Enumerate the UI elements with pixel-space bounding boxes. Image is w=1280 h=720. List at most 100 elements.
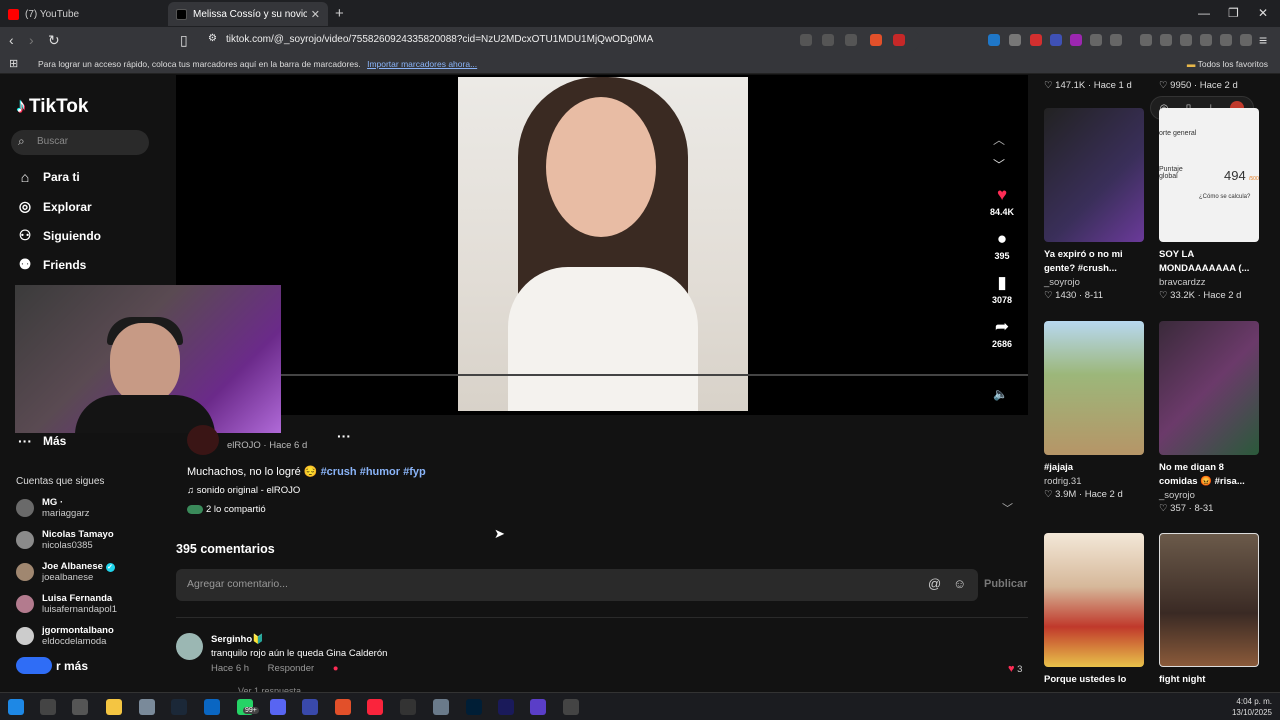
next-video-icon[interactable]: ﹀ [993,156,1005,173]
download-icon[interactable] [1140,34,1152,46]
cast-icon[interactable] [822,34,834,46]
comment-like-button[interactable]: ♥ 3 [1008,663,1022,675]
recommended-video[interactable]: fight night [1159,533,1259,687]
wallet-icon[interactable] [1200,34,1212,46]
shared-label: 2 lo compartió [206,504,266,515]
comment-user[interactable]: Serginho🔰 [211,634,264,645]
recommended-video[interactable]: Ya expiró o no mi gente? #crush... _soyr… [1044,108,1144,301]
new-tab-button[interactable]: + [335,5,344,22]
like-button[interactable]: ♥ 84.4K [985,185,1019,217]
hashtag-link[interactable]: #crush [321,466,357,478]
volume-icon[interactable]: 🔈 [993,387,1008,401]
hashtag-link[interactable]: #fyp [403,466,426,478]
app-icon[interactable] [530,699,546,715]
shared-indicator[interactable]: 2 lo compartió [187,504,266,515]
previous-video-icon[interactable]: ︿ [993,131,1005,148]
brave-rewards-icon[interactable] [893,34,905,46]
save-button[interactable]: ▮ 3078 [985,273,1019,305]
followed-account[interactable]: Nicolas Tamayo nicolas0385 [16,529,114,551]
followed-account[interactable]: MG · mariaggarz [16,497,90,519]
nav-mas[interactable]: ··· Más [16,433,66,449]
system-tray[interactable]: 4:04 p. m. 13/10/2025 [1232,696,1272,718]
nav-siguiendo[interactable]: ⚇ Siguiendo [16,227,101,244]
app-icon[interactable] [204,699,220,715]
restore-icon[interactable]: ❐ [1228,6,1239,20]
forward-icon[interactable]: › [29,32,34,48]
youtube-icon [8,8,19,20]
sidebar-icon[interactable] [1180,34,1192,46]
minimize-icon[interactable]: — [1198,6,1210,20]
recommended-video[interactable]: No me digan 8 comidas 😡 #risa... _soyroj… [1159,321,1259,514]
publish-button[interactable]: Publicar [984,578,1027,590]
commenter-avatar[interactable] [176,633,203,660]
import-bookmarks-link[interactable]: Importar marcadores ahora... [367,59,477,69]
steam-icon[interactable] [171,699,187,715]
reply-button[interactable]: Responder [268,663,314,674]
emoji-icon[interactable]: ☺ [953,576,966,591]
translate-icon[interactable] [845,34,857,46]
comment-input[interactable]: Agregar comentario... @ ☺ [176,569,978,601]
back-icon[interactable]: ‹ [9,32,14,48]
apps-grid-icon[interactable]: ⊞ [9,57,18,70]
author-avatar[interactable] [187,425,219,455]
photoshop-icon[interactable] [466,699,482,715]
all-favorites-folder[interactable]: ▬ Todos los favoritos [1187,59,1268,69]
app-icon[interactable] [302,699,318,715]
nav-explorar[interactable]: ◎ Explorar [16,198,92,215]
discord-icon[interactable] [270,699,286,715]
leo-icon[interactable] [1220,34,1232,46]
hashtag-link[interactable]: #humor [360,466,400,478]
music-icon[interactable] [367,699,383,715]
chatgpt-icon[interactable] [563,699,579,715]
music-icon[interactable] [1160,34,1172,46]
screenshot-icon[interactable] [1110,34,1122,46]
close-window-icon[interactable]: ✕ [1258,6,1268,20]
mention-icon[interactable]: @ [928,576,941,591]
tab-youtube[interactable]: (7) YouTube [0,2,168,26]
extension-icon[interactable] [1030,34,1042,46]
extension-icon[interactable] [1070,34,1082,46]
obs-icon[interactable] [400,699,416,715]
tiktok-logo[interactable]: ♪ TikTok [16,95,88,118]
recommended-video[interactable]: orte general Puntaje global 494 /500 ¿Có… [1159,108,1259,301]
menu-icon[interactable]: ≡ [1259,32,1267,48]
search-icon[interactable] [40,699,56,715]
extension-icon[interactable] [988,34,1000,46]
app-icon[interactable] [433,699,449,715]
see-more-button[interactable]: r más [16,657,88,674]
recommended-video[interactable]: #jajaja rodrig.31 ♡ 3.9M · Hace 2 d [1044,321,1144,500]
extension-icon[interactable] [1009,34,1021,46]
url-field[interactable]: ⚙ tiktok.com/@_soyrojo/video/75582609243… [200,30,920,51]
more-options-icon[interactable]: ··· [337,428,351,444]
expand-chevron-icon[interactable]: ﹀ [1002,500,1013,516]
nav-para-ti[interactable]: ⌂ Para ti [16,169,80,185]
followed-account[interactable]: Luisa Fernanda luisafernandapol1 [16,593,117,615]
sound-link[interactable]: ♫ sonido original - elROJO [187,485,300,496]
followed-account[interactable]: Joe Albanese ✓ joealbanese [16,561,115,583]
windows-start-icon[interactable] [8,699,24,715]
extension-icon[interactable] [1050,34,1062,46]
recommended-video[interactable]: Porque ustedes lo [1044,533,1144,687]
site-info-icon[interactable]: ⚙ [208,33,217,44]
camera-off-icon[interactable] [800,34,812,46]
author-info[interactable]: elROJO · Hace 6 d [227,440,307,451]
nav-friends[interactable]: ⚉ Friends [16,256,87,273]
video-player[interactable] [458,77,748,411]
close-tab-icon[interactable]: ✕ [311,8,320,21]
task-view-icon[interactable] [72,699,88,715]
share-button[interactable]: ➦ 2686 [985,317,1019,349]
extensions-puzzle-icon[interactable] [1090,34,1102,46]
bookmark-icon[interactable]: ▯ [180,32,188,49]
followed-account[interactable]: jgormontalbano eldocdelamoda [16,625,114,647]
file-explorer-icon[interactable] [106,699,122,715]
comment-button[interactable]: ● 395 [985,229,1019,261]
video-progress-bar[interactable] [176,374,1028,376]
tab-tiktok[interactable]: Melissa Cossío y su novio: Un ✕ [168,2,328,26]
vpn-icon[interactable] [1240,34,1252,46]
search-input[interactable]: ⌕ Buscar [11,130,149,155]
brave-shield-icon[interactable] [870,34,882,46]
reload-icon[interactable]: ↻ [48,32,60,49]
app-icon[interactable] [139,699,155,715]
media-encoder-icon[interactable] [498,699,514,715]
brave-icon[interactable] [335,699,351,715]
